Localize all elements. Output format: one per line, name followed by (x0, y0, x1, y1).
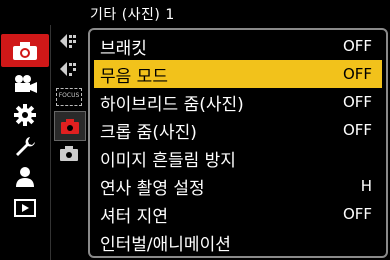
focus-label: FOCUS (58, 92, 80, 99)
gear-icon (14, 104, 36, 126)
menu-item-label: 연사 촬영 설정 (100, 178, 205, 199)
tab-setup[interactable] (3, 131, 47, 161)
menu-item-label: 무음 모드 (100, 66, 168, 87)
menu-title: 기타 (사진) 1 (90, 7, 175, 23)
menu-item-value: OFF (342, 65, 372, 83)
menu-item-image-stabilizer[interactable]: 이미지 흔들림 방지 (94, 144, 382, 172)
menu-item-label: 크롭 줌(사진) (100, 122, 197, 143)
tab-custom[interactable] (3, 100, 47, 130)
column-divider (50, 25, 51, 260)
menu-item-label: 브래킷 (100, 38, 147, 59)
menu-item-value: OFF (342, 93, 372, 111)
menu-item-label: 셔터 지연 (100, 206, 168, 227)
red-camera-icon (61, 119, 79, 134)
camera-menu-screen: 기타 (사진) 1 FOCUS 브래킷 OFF 무음 모드 OFF 하이브리드 … (0, 0, 390, 260)
subtab-2[interactable] (54, 55, 84, 83)
subtab-1[interactable] (54, 27, 84, 55)
menu-list: 브래킷 OFF 무음 모드 OFF 하이브리드 줌(사진) OFF 크롭 줌(사… (88, 28, 388, 258)
camera-alt-icon (60, 146, 78, 161)
menu-item-value: H (360, 177, 372, 195)
focus-icon: FOCUS (56, 88, 82, 106)
photo-quality-icon (60, 34, 76, 48)
menu-item-value: OFF (342, 121, 372, 139)
subtab-other-active[interactable] (54, 111, 86, 141)
menu-item-label: 인터벌/애니메이션 (100, 234, 231, 255)
person-icon (16, 167, 34, 187)
playback-icon (14, 199, 36, 217)
movie-camera-icon (15, 75, 37, 93)
menu-item-label: 이미지 흔들림 방지 (100, 150, 236, 171)
tab-playback[interactable] (3, 193, 47, 223)
menu-item-hybrid-zoom[interactable]: 하이브리드 줌(사진) OFF (94, 88, 382, 116)
menu-item-silent-mode[interactable]: 무음 모드 OFF (94, 60, 382, 88)
menu-item-value: OFF (342, 37, 372, 55)
tab-movie[interactable] (3, 69, 47, 99)
wrench-icon (16, 137, 35, 156)
menu-item-interval-animation[interactable]: 인터벌/애니메이션 (94, 228, 382, 256)
tab-photo[interactable] (1, 34, 49, 67)
tab-my-menu[interactable] (3, 162, 47, 192)
main-category-column (0, 25, 50, 260)
photo-quality-alt-icon (60, 62, 76, 76)
menu-item-burst-settings[interactable]: 연사 촬영 설정 H (94, 172, 382, 200)
menu-item-crop-zoom[interactable]: 크롭 줌(사진) OFF (94, 116, 382, 144)
menu-item-label: 하이브리드 줌(사진) (100, 94, 244, 115)
camera-icon (13, 41, 37, 60)
sub-category-column: FOCUS (52, 25, 86, 260)
menu-item-shutter-delay[interactable]: 셔터 지연 OFF (94, 200, 382, 228)
subtab-focus[interactable]: FOCUS (54, 83, 84, 111)
menu-item-bracket[interactable]: 브래킷 OFF (94, 32, 382, 60)
menu-item-value: OFF (342, 205, 372, 223)
subtab-5[interactable] (54, 139, 84, 167)
